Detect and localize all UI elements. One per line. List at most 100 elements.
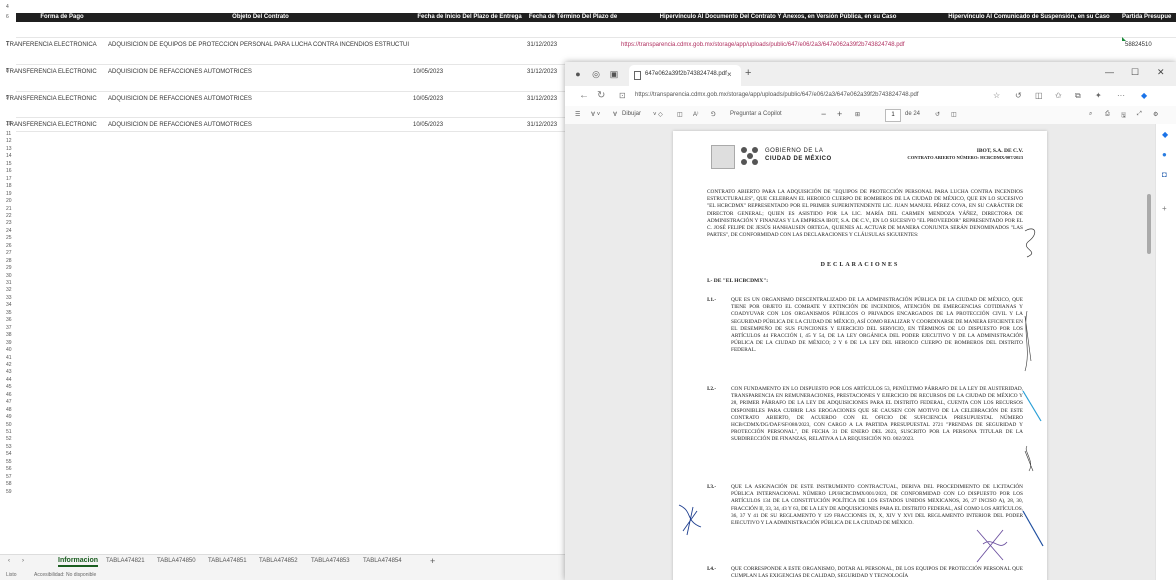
cell-objeto[interactable]: ADQUISICION DE REFACCIONES AUTOMOTRICES (108, 121, 408, 129)
row-number[interactable]: 12 (0, 138, 16, 144)
tab-tabla474854[interactable]: TABLA474854 (363, 558, 402, 564)
more-options-icon[interactable]: ··· (1117, 91, 1125, 100)
translate-icon[interactable]: ⅁ (711, 111, 716, 118)
tab-scroll-right-icon[interactable]: › (22, 558, 24, 564)
zoom-in-button[interactable]: + (837, 109, 842, 119)
pdf-viewer[interactable]: GOBIERNO DE LA CIUDAD DE MÉXICO IBOT, S.… (565, 124, 1155, 580)
row-number[interactable]: 51 (0, 429, 16, 435)
contents-icon[interactable]: ☰ (575, 111, 580, 118)
tab-tabla474852[interactable]: TABLA474852 (259, 558, 298, 564)
cell-fecha-termino[interactable]: 31/12/2023 (527, 68, 565, 76)
cell-objeto[interactable]: ADQUISICION DE EQUIPOS DE PROTECCION PER… (108, 41, 413, 49)
row-number[interactable]: 33 (0, 295, 16, 301)
row-number[interactable]: 48 (0, 407, 16, 413)
row-number[interactable]: 30 (0, 273, 16, 279)
row-number[interactable]: 43 (0, 369, 16, 375)
row-number[interactable]: 4 (0, 4, 16, 10)
highlight-icon[interactable]: ∀ ˅ (591, 111, 600, 118)
row-number[interactable]: 18 (0, 183, 16, 189)
row-number[interactable]: 24 (0, 228, 16, 234)
row-number[interactable]: 15 (0, 161, 16, 167)
read-aloud-icon[interactable]: A⁾ (693, 111, 698, 118)
url-field[interactable]: https://transparencia.cdmx.gob.mx/storag… (635, 92, 919, 98)
draw-button[interactable]: Dibujar (622, 111, 641, 117)
cell-fecha-inicio[interactable]: 10/05/2023 (413, 121, 473, 129)
row-number[interactable]: 44 (0, 377, 16, 383)
cell-forma-pago[interactable]: TRANSFERENCIA ELECTRONIC (6, 121, 108, 129)
new-tab-button[interactable]: + (745, 67, 751, 79)
row-number[interactable]: 25 (0, 235, 16, 241)
print-icon[interactable]: ⎙ (1105, 111, 1110, 118)
browser-tab[interactable]: 647e062a39f2b743824748.pdf × (629, 65, 741, 86)
fullscreen-icon[interactable]: ⤢ (1137, 111, 1142, 118)
row-number[interactable]: 23 (0, 220, 16, 226)
header-hipervinculo-susp[interactable]: Hipervínculo Al Comunicado de Suspensión… (936, 13, 1122, 22)
cell-forma-pago[interactable]: TRANSFERENCIA ELECTRONIC (6, 95, 108, 103)
cell-forma-pago[interactable]: TRANSFERENCIA ELECTRONIC (6, 68, 108, 76)
row-number[interactable]: 49 (0, 414, 16, 420)
cell-fecha-termino[interactable]: 31/12/2023 (527, 121, 565, 129)
cell-fecha-inicio[interactable]: 10/05/2023 (413, 68, 473, 76)
header-fecha-inicio[interactable]: Fecha de Inicio Del Plazo de Entrega (413, 13, 526, 22)
row-number[interactable]: 34 (0, 302, 16, 308)
close-tab-button[interactable]: × (727, 70, 732, 79)
settings-gear-icon[interactable]: ⚙ (1153, 111, 1158, 118)
row-number[interactable]: 13 (0, 146, 16, 152)
tab-scroll-left-icon[interactable]: ‹ (8, 558, 10, 564)
status-accessibility[interactable]: Accesibilidad: No disponible (34, 572, 96, 578)
page-number-input[interactable]: 1 (885, 109, 901, 122)
save-icon[interactable]: 🖫 (1121, 111, 1126, 121)
row-number[interactable]: 32 (0, 287, 16, 293)
row-number[interactable]: 20 (0, 198, 16, 204)
row-number[interactable]: 21 (0, 206, 16, 212)
draw-icon[interactable]: ∀ (613, 111, 617, 118)
favorite-star-icon[interactable]: ☆ (993, 91, 1000, 100)
row-number[interactable]: 16 (0, 168, 16, 174)
erase-icon[interactable]: ˅ ◇ (653, 111, 663, 118)
cell-forma-pago[interactable]: TRANFERENCIA ELECTRONICA (6, 41, 111, 49)
cell-hipervinculo[interactable]: https://transparencia.cdmx.gob.mx/storag… (621, 41, 936, 49)
cell-fecha-termino[interactable]: 31/12/2023 (527, 41, 567, 49)
fit-page-icon[interactable]: ⊞ (855, 111, 860, 118)
refresh-icon[interactable]: ↻ (597, 90, 605, 101)
row-number[interactable]: 26 (0, 243, 16, 249)
workspaces-icon[interactable]: ◎ (591, 69, 601, 79)
row-number[interactable]: 56 (0, 466, 16, 472)
extensions-icon[interactable]: ✦ (1095, 91, 1102, 100)
search-icon[interactable]: ⌕ (1089, 111, 1092, 118)
scrollbar-thumb[interactable] (1147, 194, 1151, 254)
row-number[interactable]: 54 (0, 451, 16, 457)
favorites-icon[interactable]: ✩ (1055, 91, 1062, 100)
row-number[interactable]: 17 (0, 176, 16, 182)
tab-tabla474851[interactable]: TABLA474851 (208, 558, 247, 564)
row-number[interactable]: 59 (0, 489, 16, 495)
header-fecha-termino[interactable]: Fecha de Término Del Plazo de (526, 13, 620, 22)
maximize-icon[interactable]: ☐ (1131, 67, 1139, 78)
row-number[interactable]: 39 (0, 340, 16, 346)
row-number[interactable]: 57 (0, 474, 16, 480)
header-objeto[interactable]: Objeto Del Contrato (108, 13, 413, 22)
cell-objeto[interactable]: ADQUISICION DE REFACCIONES AUTOMOTRICES (108, 68, 408, 76)
row-number[interactable]: 31 (0, 280, 16, 286)
row-number[interactable]: 53 (0, 444, 16, 450)
edge-sidebar-icon-2[interactable]: ● (1162, 150, 1167, 159)
collections-icon[interactable]: ⧉ (1075, 91, 1081, 101)
row-number[interactable]: 6 (0, 14, 16, 20)
row-number[interactable]: 58 (0, 481, 16, 487)
row-number[interactable]: 29 (0, 265, 16, 271)
row-number[interactable]: 22 (0, 213, 16, 219)
minimize-icon[interactable]: — (1105, 67, 1114, 77)
page-view-icon[interactable]: ◫ (951, 111, 957, 118)
cell-objeto[interactable]: ADQUISICION DE REFACCIONES AUTOMOTRICES (108, 95, 408, 103)
cell-fecha-inicio[interactable]: 10/05/2023 (413, 95, 473, 103)
outlook-icon[interactable]: ◘ (1162, 170, 1167, 179)
row-number[interactable]: 41 (0, 355, 16, 361)
tab-tabla474850[interactable]: TABLA474850 (157, 558, 196, 564)
row-number[interactable]: 19 (0, 191, 16, 197)
rotate-icon[interactable]: ↺ (935, 111, 940, 118)
back-icon[interactable]: ← (579, 90, 589, 101)
zoom-out-button[interactable]: − (821, 109, 826, 119)
split-screen-icon[interactable]: ◫ (1035, 91, 1043, 100)
row-number[interactable]: 38 (0, 332, 16, 338)
row-number[interactable]: 50 (0, 422, 16, 428)
